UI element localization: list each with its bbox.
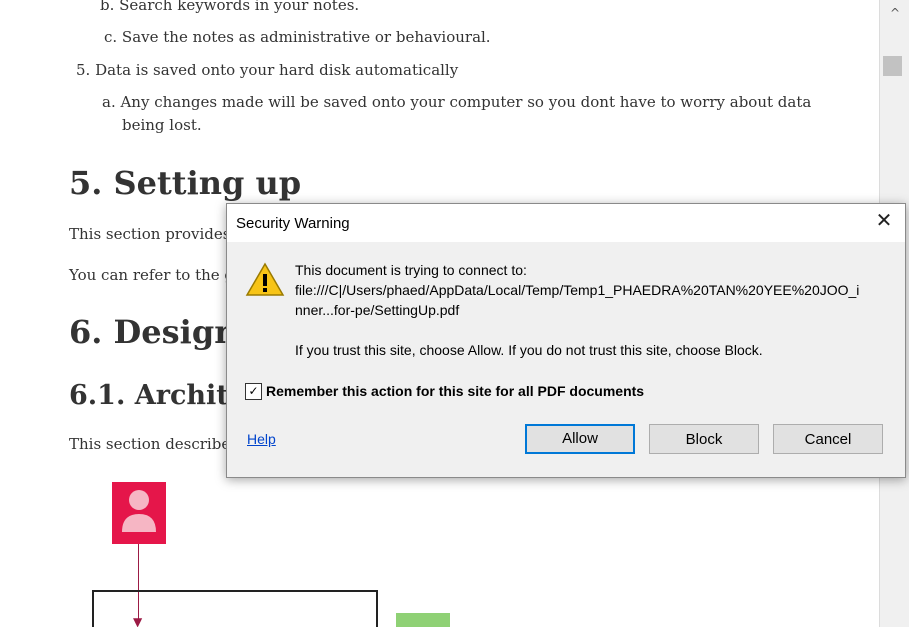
heading-design: 6. Design (69, 313, 238, 351)
dialog-titlebar[interactable]: Security Warning ✕ (227, 204, 905, 242)
block-button[interactable]: Block (649, 424, 759, 454)
security-warning-dialog: Security Warning ✕ This document is tryi… (226, 203, 906, 478)
help-link[interactable]: Help (247, 431, 276, 447)
warning-triangle-icon (245, 262, 285, 296)
diagram-green-component (396, 613, 450, 627)
paragraph: You can refer to the g (69, 266, 235, 284)
message-url: file:///C|/Users/phaed/AppData/Local/Tem… (295, 282, 860, 298)
heading-setting-up: 5. Setting up (69, 164, 302, 202)
close-icon[interactable]: ✕ (873, 210, 895, 232)
paragraph: This section provides (69, 225, 231, 243)
cancel-button[interactable]: Cancel (773, 424, 883, 454)
message-text: This document is trying to connect to: (295, 262, 527, 278)
remember-checkbox[interactable]: ✓ (245, 383, 262, 400)
list-item: a. Any changes made will be saved onto y… (102, 93, 812, 111)
paragraph: This section describes (69, 435, 238, 453)
scroll-up-icon[interactable]: ^ (880, 4, 909, 22)
list-item-continuation: being lost. (122, 116, 202, 134)
message-url-continuation: nner...for-pe/SettingUp.pdf (295, 302, 460, 318)
user-avatar-icon (112, 482, 166, 544)
diagram-component-box (92, 590, 378, 627)
remember-checkbox-label[interactable]: Remember this action for this site for a… (266, 383, 644, 399)
scroll-thumb[interactable] (883, 56, 902, 76)
dialog-title: Security Warning (236, 215, 350, 232)
message-instructions: If you trust this site, choose Allow. If… (295, 342, 763, 358)
list-item: 5. Data is saved onto your hard disk aut… (76, 61, 459, 79)
list-item: c. Save the notes as administrative or b… (104, 28, 491, 46)
allow-button[interactable]: Allow (525, 424, 635, 454)
list-item: b. Search keywords in your notes. (100, 0, 360, 14)
